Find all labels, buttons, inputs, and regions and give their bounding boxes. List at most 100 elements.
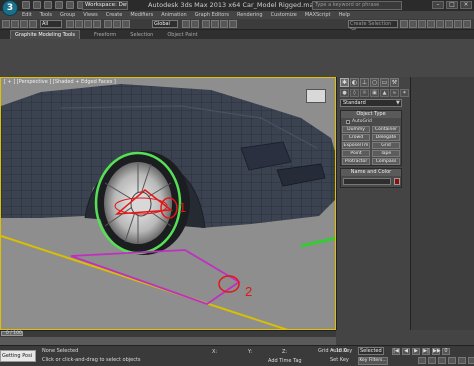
autogrid-checkbox[interactable] xyxy=(346,120,350,124)
key-filters-button[interactable]: Key Filters... xyxy=(358,357,388,365)
pivot-center-icon[interactable] xyxy=(182,20,190,28)
new-file-icon[interactable] xyxy=(22,1,30,9)
menu-animation[interactable]: Animation xyxy=(161,12,187,18)
selection-filter-dropdown[interactable]: All xyxy=(40,20,62,28)
zoom-extents-icon[interactable] xyxy=(438,357,446,364)
app-logo-button[interactable]: 3 xyxy=(2,0,18,16)
viewcube-icon[interactable] xyxy=(306,89,326,103)
set-key-button[interactable]: Set Key xyxy=(330,357,349,363)
pan-icon[interactable] xyxy=(448,357,456,364)
redo-icon[interactable] xyxy=(11,20,19,28)
menu-help[interactable]: Help xyxy=(339,12,350,18)
menu-graph-editors[interactable]: Graph Editors xyxy=(195,12,229,18)
hierarchy-tab-icon[interactable]: ⊥ xyxy=(360,78,369,87)
redo-icon[interactable] xyxy=(66,1,74,9)
menu-views[interactable]: Views xyxy=(83,12,97,18)
spacewarps-icon[interactable]: ≈ xyxy=(390,89,399,97)
rotate-icon[interactable] xyxy=(113,20,121,28)
window-crossing-icon[interactable] xyxy=(93,20,101,28)
delegate-button[interactable]: Delegate xyxy=(372,134,400,141)
percent-snap-icon[interactable] xyxy=(220,20,228,28)
layer-manager-icon[interactable] xyxy=(418,20,426,28)
move-icon[interactable] xyxy=(104,20,112,28)
zoom-icon[interactable] xyxy=(418,357,426,364)
tape-button[interactable]: Tape xyxy=(372,150,400,157)
menu-rendering[interactable]: Rendering xyxy=(237,12,263,18)
crowd-button[interactable]: Crowd xyxy=(342,134,370,141)
unlink-icon[interactable] xyxy=(29,20,37,28)
menu-modifiers[interactable]: Modifiers xyxy=(130,12,153,18)
schematic-view-icon[interactable] xyxy=(436,20,444,28)
menu-create[interactable]: Create xyxy=(106,12,123,18)
point-button[interactable]: Point xyxy=(342,150,370,157)
menu-maxscript[interactable]: MAXScript xyxy=(305,12,331,18)
play-icon[interactable]: ▶ xyxy=(412,348,420,355)
previous-frame-icon[interactable]: ◀ xyxy=(402,348,410,355)
modify-tab-icon[interactable]: ◐ xyxy=(350,78,359,87)
named-selection-input[interactable]: Create Selection Se xyxy=(348,20,398,33)
zoom-all-icon[interactable] xyxy=(428,357,436,364)
helpers-icon[interactable]: ▲ xyxy=(380,89,389,97)
tab-freeform[interactable]: Freeform xyxy=(94,32,116,38)
utilities-tab-icon[interactable]: ⚒ xyxy=(390,78,399,87)
workspace-dropdown[interactable]: Workspace: Default xyxy=(82,1,128,10)
auto-key-button[interactable]: Auto Key xyxy=(330,348,352,354)
track-bar[interactable] xyxy=(0,337,336,345)
motion-tab-icon[interactable]: ○ xyxy=(370,78,379,87)
render-icon[interactable] xyxy=(463,20,471,28)
geometry-icon[interactable]: ● xyxy=(340,89,349,97)
menu-group[interactable]: Group xyxy=(60,12,75,18)
time-slider[interactable] xyxy=(0,330,336,337)
snaps-toggle-icon[interactable] xyxy=(202,20,210,28)
frame-number-field[interactable]: 0 xyxy=(442,348,450,355)
perspective-viewport[interactable]: 1 2 [ + ] [Perspective ] [Shaded + Edged… xyxy=(0,77,336,330)
object-name-input[interactable] xyxy=(343,178,391,185)
scale-icon[interactable] xyxy=(122,20,130,28)
maximize-icon[interactable]: □ xyxy=(446,1,458,9)
dummy-button[interactable]: Dummy xyxy=(342,126,370,133)
select-object-icon[interactable] xyxy=(66,20,74,28)
grid-button[interactable]: Grid xyxy=(372,142,400,149)
curve-editor-icon[interactable] xyxy=(427,20,435,28)
minimize-icon[interactable]: – xyxy=(432,1,444,9)
key-mode-dropdown[interactable]: Selected xyxy=(358,347,384,355)
select-by-name-icon[interactable] xyxy=(75,20,83,28)
object-type-rollout-title[interactable]: Object Type xyxy=(341,111,401,118)
container-button[interactable]: Container xyxy=(372,126,400,133)
tab-object-paint[interactable]: Object Paint xyxy=(167,32,197,38)
orbit-icon[interactable] xyxy=(458,357,466,364)
close-icon[interactable]: × xyxy=(460,1,472,9)
maxscript-listener-input[interactable]: Getting Posi xyxy=(0,350,36,362)
search-input[interactable]: Type a keyword or phrase xyxy=(312,1,402,10)
object-category-dropdown[interactable]: Standard xyxy=(340,99,402,107)
display-tab-icon[interactable]: ▭ xyxy=(380,78,389,87)
angle-snap-icon[interactable] xyxy=(211,20,219,28)
name-and-color-rollout-title[interactable]: Name and Color xyxy=(341,169,401,176)
viewport-label[interactable]: [ + ] [Perspective ] [Shaded + Edged Fac… xyxy=(4,79,116,85)
go-to-start-icon[interactable]: |◀ xyxy=(392,348,400,355)
undo-icon[interactable] xyxy=(2,20,10,28)
save-file-icon[interactable] xyxy=(44,1,52,9)
tab-graphite-modeling-tools[interactable]: Graphite Modeling Tools xyxy=(10,29,81,40)
systems-icon[interactable]: ✶ xyxy=(400,89,409,97)
region-select-icon[interactable] xyxy=(84,20,92,28)
lights-icon[interactable]: ☼ xyxy=(360,89,369,97)
mirror-icon[interactable] xyxy=(400,20,408,28)
menu-customize[interactable]: Customize xyxy=(271,12,297,18)
select-link-icon[interactable] xyxy=(20,20,28,28)
material-editor-icon[interactable] xyxy=(445,20,453,28)
protractor-button[interactable]: Protractor xyxy=(342,158,370,165)
menu-edit[interactable]: Edit xyxy=(22,12,32,18)
compass-button[interactable]: Compass xyxy=(372,158,400,165)
create-tab-icon[interactable]: ✱ xyxy=(340,78,349,87)
go-to-end-icon[interactable]: ▶▶ xyxy=(432,348,441,355)
cameras-icon[interactable]: ▣ xyxy=(370,89,379,97)
spinner-snap-icon[interactable] xyxy=(229,20,237,28)
object-color-swatch[interactable] xyxy=(394,178,400,185)
manipulate-icon[interactable] xyxy=(191,20,199,28)
maximize-viewport-icon[interactable] xyxy=(468,357,474,364)
align-icon[interactable] xyxy=(409,20,417,28)
undo-icon[interactable] xyxy=(55,1,63,9)
menu-tools[interactable]: Tools xyxy=(40,12,52,18)
tab-selection[interactable]: Selection xyxy=(130,32,153,38)
